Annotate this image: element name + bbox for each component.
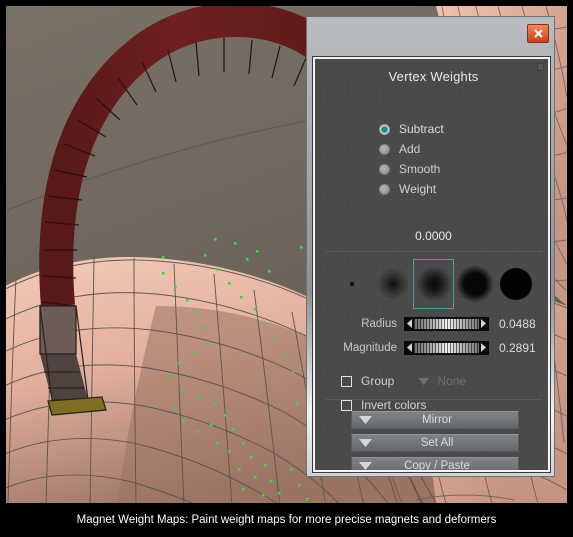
- radius-label: Radius: [361, 317, 397, 330]
- mode-radio-group: Subtract Add Smooth Weight: [379, 119, 444, 199]
- brush-hard-large-icon: [499, 268, 532, 300]
- chevron-down-icon: [358, 416, 372, 424]
- brush-size-3-medium-soft[interactable]: [413, 259, 454, 309]
- brush-size-row: [331, 259, 536, 309]
- mirror-button[interactable]: Mirror: [351, 411, 519, 429]
- brush-size-5-large-hard[interactable]: [495, 259, 536, 309]
- mirror-label: Mirror: [421, 414, 453, 426]
- close-button[interactable]: [527, 24, 549, 43]
- brush-dot-icon: [349, 282, 354, 286]
- chevron-down-icon: [358, 462, 372, 470]
- group-checkbox[interactable]: [341, 375, 352, 387]
- section-divider: [325, 251, 542, 252]
- group-dropdown-button[interactable]: [418, 377, 430, 385]
- brush-soft-medium-icon: [415, 266, 452, 302]
- section-divider: [325, 399, 542, 400]
- slider-left-arrow-icon[interactable]: [405, 319, 414, 328]
- page-title: Vertex Weights: [388, 69, 479, 84]
- brush-soft-large-icon: [455, 265, 494, 303]
- radio-dot-icon: [379, 183, 390, 195]
- radio-weight[interactable]: Weight: [379, 179, 444, 199]
- vertex-weights-panel[interactable]: Vertex Weights Subtract Add Smooth Weigh…: [306, 16, 555, 477]
- radio-subtract[interactable]: Subtract: [379, 119, 444, 139]
- group-label: Group: [361, 374, 395, 388]
- radio-dot-icon: [379, 163, 390, 175]
- magnitude-label: Magnitude: [343, 341, 397, 354]
- slider-track[interactable]: [414, 318, 479, 329]
- chevron-down-icon: [418, 377, 430, 385]
- copy-paste-label: Copy / Paste: [404, 460, 470, 470]
- set-all-label: Set All: [420, 437, 454, 449]
- slider-left-arrow-icon[interactable]: [405, 343, 414, 352]
- set-all-button[interactable]: Set All: [351, 434, 519, 452]
- magnitude-slider-row: Magnitude 0.2891: [325, 339, 542, 356]
- brush-size-1-pixel[interactable]: [331, 259, 372, 309]
- screenshot-root: Vertex Weights Subtract Add Smooth Weigh…: [0, 0, 573, 537]
- slider-right-arrow-icon[interactable]: [479, 343, 488, 352]
- panel-body: Vertex Weights Subtract Add Smooth Weigh…: [312, 56, 551, 473]
- slider-track[interactable]: [414, 342, 479, 353]
- slider-right-arrow-icon[interactable]: [479, 319, 488, 328]
- close-x-icon: [533, 29, 543, 38]
- mirror-dropdown-arrow[interactable]: [352, 416, 378, 424]
- panel-titlebar[interactable]: [310, 20, 553, 58]
- brush-size-4-large-soft[interactable]: [454, 259, 495, 309]
- group-dropdown-value: None: [437, 374, 467, 388]
- set-all-dropdown-arrow[interactable]: [352, 439, 378, 447]
- radius-slider-row: Radius 0.0488: [325, 315, 542, 332]
- magnitude-value: 0.2891: [499, 340, 536, 355]
- brush-size-2-small-soft[interactable]: [372, 259, 413, 309]
- copy-paste-button[interactable]: Copy / Paste: [351, 457, 519, 470]
- radio-smooth[interactable]: Smooth: [379, 159, 444, 179]
- weight-value: 0.0000: [415, 229, 452, 243]
- invert-colors-label: Invert colors: [361, 398, 427, 412]
- copy-paste-dropdown-arrow[interactable]: [352, 462, 378, 470]
- radius-value: 0.0488: [499, 316, 536, 331]
- radio-add[interactable]: Add: [379, 139, 444, 159]
- radio-dot-icon: [379, 123, 390, 135]
- invert-colors-checkbox[interactable]: [341, 399, 352, 411]
- group-row: Group None: [341, 372, 542, 390]
- brush-soft-small-icon: [376, 268, 409, 300]
- radio-dot-icon: [379, 143, 390, 155]
- magnitude-slider[interactable]: [404, 340, 489, 355]
- radius-slider[interactable]: [404, 316, 489, 331]
- chevron-down-icon: [358, 439, 372, 447]
- caption: Magnet Weight Maps: Paint weight maps fo…: [0, 503, 573, 537]
